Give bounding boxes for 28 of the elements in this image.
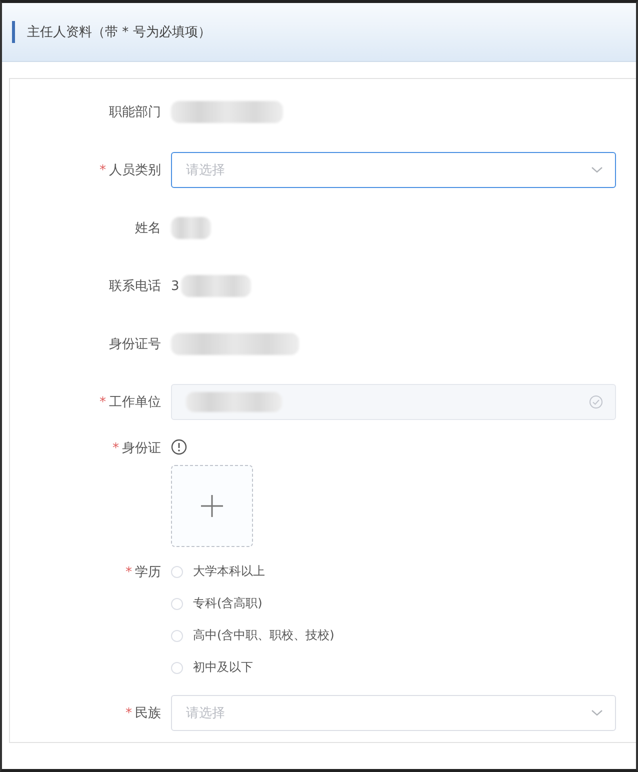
field-label: 民族 [135, 706, 161, 721]
field-label: 人员类别 [109, 163, 161, 178]
radio-option[interactable]: 大学本科以上 [171, 563, 616, 580]
field-label: 联系电话 [109, 279, 161, 294]
redacted-block [171, 217, 211, 239]
required-mark: * [100, 395, 106, 410]
required-mark: * [126, 706, 132, 721]
chevron-down-icon [591, 166, 603, 174]
field-label: 身份证号 [109, 337, 161, 352]
redacted-block [181, 275, 252, 297]
required-mark: * [100, 163, 106, 178]
radio-option[interactable]: 专科(含高职) [171, 595, 616, 612]
field-label: 学历 [135, 565, 161, 580]
field-label: 职能部门 [109, 105, 161, 120]
radio-option[interactable]: 高中(含中职、职校、技校) [171, 627, 616, 644]
plus-icon [200, 494, 224, 518]
chevron-down-icon [591, 709, 603, 717]
field-label: 姓名 [135, 221, 161, 236]
info-icon [171, 439, 187, 455]
check-circle-icon [589, 395, 603, 409]
field-value: 3 [171, 278, 180, 294]
section-title: 主任人资料（带 * 号为必填项） [27, 24, 211, 41]
required-mark: * [112, 441, 119, 456]
required-mark: * [126, 565, 132, 580]
field-label: 身份证 [122, 441, 161, 456]
field-label: 工作单位 [109, 395, 161, 410]
radio-option[interactable]: 初中及以下 [171, 659, 616, 676]
upload-box[interactable] [171, 465, 253, 547]
